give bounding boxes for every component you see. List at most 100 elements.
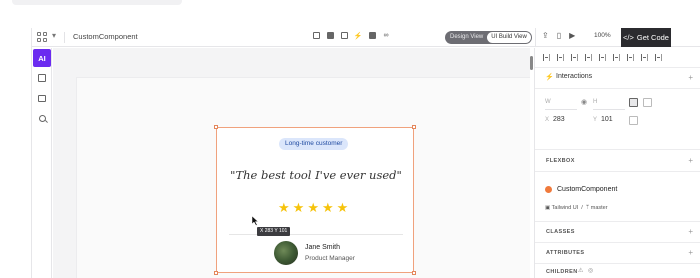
x-label: X — [545, 117, 550, 123]
play-icon[interactable]: ▶ — [569, 31, 575, 40]
attributes-label: ATTRIBUTES — [546, 250, 585, 256]
bolt-icon[interactable]: ⚡ — [354, 31, 363, 40]
get-code-label: Get Code — [636, 33, 669, 42]
constraint-icon[interactable] — [629, 98, 638, 107]
card-divider — [229, 234, 403, 235]
star-icon: ★ — [278, 200, 290, 215]
add-constraint-icon[interactable] — [643, 98, 652, 107]
insert-tools: ⚡ ∞ — [312, 31, 390, 40]
top-toolbar: ▾ CustomComponent ⚡ ∞ Design View UI Bui… — [32, 28, 700, 47]
width-label: W — [545, 99, 551, 105]
add-frame-icon[interactable] — [312, 31, 320, 40]
distribute-icon[interactable] — [641, 54, 648, 61]
align-right-icon[interactable] — [571, 54, 578, 61]
x-input[interactable]: 283 — [553, 116, 565, 123]
y-input[interactable]: 101 — [601, 116, 613, 123]
align-top-icon[interactable] — [585, 54, 592, 61]
toolbar-divider — [64, 32, 65, 43]
star-icon: ★ — [321, 200, 334, 215]
flexbox-section[interactable]: FLEXBOX + — [535, 150, 700, 172]
chevron-down-icon[interactable]: ▾ — [52, 31, 56, 40]
star-icon: ★ — [336, 200, 349, 215]
frame-tool-icon[interactable] — [37, 73, 47, 83]
attributes-section[interactable]: ATTRIBUTES + — [535, 243, 700, 264]
width-input[interactable] — [545, 109, 577, 110]
align-left-icon[interactable] — [543, 54, 550, 61]
person-role: Product Manager — [305, 255, 355, 262]
component-name[interactable]: CustomComponent — [557, 186, 617, 193]
add-flexbox-button[interactable]: + — [688, 156, 693, 165]
ui-build-view-tab[interactable]: UI Build View — [487, 32, 531, 43]
star-icon: ★ — [307, 200, 319, 215]
browser-tab-strip — [12, 0, 182, 5]
interactions-section[interactable]: ⚡ Interactions + — [535, 68, 700, 89]
layers-icon[interactable] — [368, 31, 376, 40]
branch-name[interactable]: master — [591, 205, 608, 211]
design-view-tab[interactable]: Design View — [446, 32, 487, 43]
get-code-button[interactable]: </> Get Code — [621, 28, 671, 47]
person-name: Jane Smith — [305, 244, 341, 251]
branch-icon: ᛘ — [585, 205, 590, 211]
distribute-icon[interactable] — [655, 54, 662, 61]
warning-icon: ⚠ — [578, 268, 584, 274]
resize-handle[interactable] — [214, 125, 218, 129]
search-icon[interactable] — [37, 113, 47, 123]
preview-tools: ⇪ ▯ ▶ — [542, 31, 575, 40]
link-icon[interactable]: ∞ — [382, 31, 390, 40]
align-bottom-icon[interactable] — [613, 54, 620, 61]
layout-icon[interactable] — [340, 31, 348, 40]
editor-app: ▾ CustomComponent ⚡ ∞ Design View UI Bui… — [31, 28, 700, 278]
add-attribute-button[interactable]: + — [688, 248, 693, 257]
left-rail: AI — [32, 48, 52, 278]
resize-handle[interactable] — [214, 271, 218, 275]
canvas[interactable]: Long-time customer "The best tool I've e… — [53, 48, 530, 278]
add-class-button[interactable]: + — [688, 227, 693, 236]
library-icon: ▣ — [545, 205, 551, 211]
testimonial-card[interactable]: Long-time customer "The best tool I've e… — [214, 125, 416, 275]
rotation-icon[interactable] — [629, 116, 638, 125]
star-icon: ★ — [292, 200, 305, 215]
properties-panel: ⚡ Interactions + W ◉ H X 283 Y 101 FLEXB… — [534, 48, 700, 278]
component-icon — [545, 186, 552, 193]
mouse-cursor-icon — [252, 216, 259, 226]
comment-icon[interactable] — [37, 93, 47, 103]
classes-label: CLASSES — [546, 229, 575, 235]
bolt-icon: ⚡ — [545, 74, 554, 81]
height-input[interactable] — [593, 109, 625, 110]
children-label: CHILDREN — [546, 269, 578, 275]
flexbox-label: FLEXBOX — [546, 158, 575, 164]
visibility-icon[interactable]: ◉ — [581, 98, 587, 106]
align-center-icon[interactable] — [557, 54, 564, 61]
zoom-level[interactable]: 100% — [594, 32, 611, 39]
interactions-label: Interactions — [556, 73, 593, 80]
target-icon[interactable]: ◎ — [588, 267, 593, 274]
coordinate-tooltip: X 283 Y 101 — [257, 227, 291, 236]
device-icon[interactable]: ▯ — [557, 31, 561, 40]
code-icon: </> — [623, 33, 634, 42]
resize-handle[interactable] — [412, 271, 416, 275]
distribute-icon[interactable] — [627, 54, 634, 61]
view-toggle: Design View UI Build View — [445, 31, 532, 44]
component-section — [535, 172, 700, 221]
dimensions-section: W ◉ H X 283 Y 101 — [535, 89, 700, 150]
component-source: ▣ Tailwind UI / ᛘ master — [545, 205, 608, 211]
y-label: Y — [593, 117, 598, 123]
folder-icon[interactable] — [326, 31, 334, 40]
grid-menu-icon[interactable] — [37, 32, 47, 42]
classes-section[interactable]: CLASSES + — [535, 222, 700, 243]
component-title[interactable]: CustomComponent — [73, 32, 138, 41]
canvas-scrollbar[interactable] — [530, 56, 533, 70]
toolbar-divider — [535, 28, 536, 47]
alignment-tools — [535, 48, 700, 68]
children-section: CHILDREN ⚠ ◎ — [535, 264, 700, 278]
meta-separator: / — [579, 205, 585, 211]
share-icon[interactable]: ⇪ — [542, 31, 549, 40]
align-middle-icon[interactable] — [599, 54, 606, 61]
resize-handle[interactable] — [412, 125, 416, 129]
testimonial-quote: "The best tool I've ever used" — [230, 168, 402, 182]
height-label: H — [593, 99, 598, 105]
customer-badge: Long-time customer — [279, 138, 349, 150]
library-name[interactable]: Tailwind UI — [552, 205, 579, 211]
ai-button[interactable]: AI — [33, 49, 51, 67]
add-interaction-button[interactable]: + — [688, 73, 693, 82]
